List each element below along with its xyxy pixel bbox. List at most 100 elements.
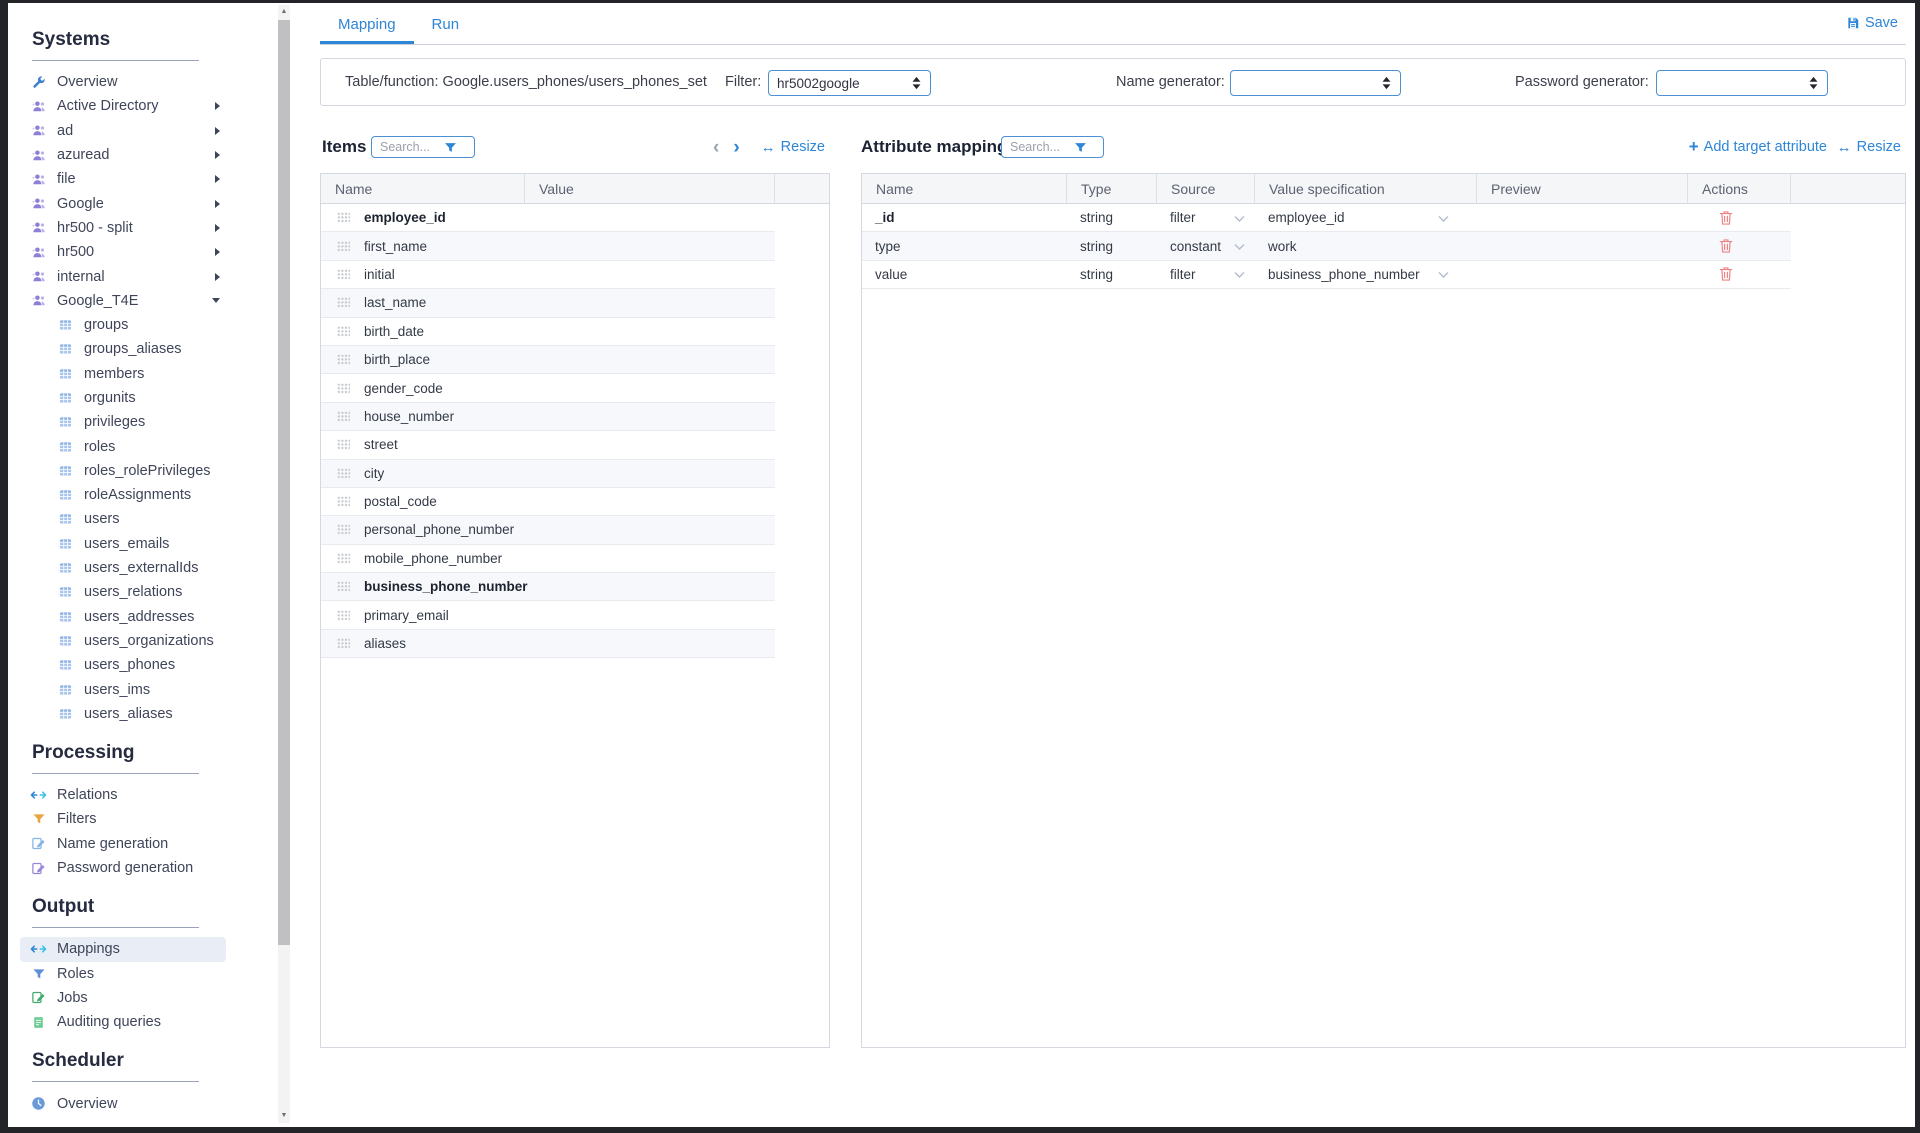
add-target-attribute-button[interactable]: + Add target attribute: [1689, 137, 1827, 157]
sidebar-item-roles[interactable]: roles: [20, 434, 226, 458]
sidebar-item-label: Mappings: [57, 941, 120, 957]
drag-handle-icon[interactable]: [337, 638, 350, 649]
delete-row-button[interactable]: [1719, 210, 1733, 226]
sidebar-item-overview[interactable]: Overview: [20, 1091, 226, 1115]
filter-funnel-icon[interactable]: [1074, 141, 1087, 154]
drag-handle-icon[interactable]: [337, 610, 350, 621]
sidebar-item-name-generation[interactable]: Name generation: [20, 832, 226, 856]
drag-handle-icon[interactable]: [337, 496, 350, 507]
drag-handle-icon[interactable]: [337, 326, 350, 337]
item-row-primary-email[interactable]: primary_email: [321, 601, 775, 629]
item-row-gender-code[interactable]: gender_code: [321, 374, 775, 402]
sidebar-item-users-ims[interactable]: users_ims: [20, 677, 226, 701]
sidebar-item-auditing-queries[interactable]: Auditing queries: [20, 1010, 226, 1034]
sidebar-item-orgunits[interactable]: orgunits: [20, 386, 226, 410]
sidebar-item-users-phones[interactable]: users_phones: [20, 653, 226, 677]
drag-handle-icon[interactable]: [337, 297, 350, 308]
sidebar-item-roles-roleprivileges[interactable]: roles_rolePrivileges: [20, 459, 226, 483]
scroll-down-arrow-icon[interactable]: ▼: [278, 1109, 290, 1123]
sidebar-item-overview[interactable]: Overview: [20, 70, 226, 94]
mapping-valuespec-select[interactable]: business_phone_number: [1255, 267, 1477, 282]
sidebar-item-hr500-split[interactable]: hr500 - split: [20, 216, 226, 240]
item-row-employee-id[interactable]: employee_id: [321, 204, 775, 232]
item-row-first-name[interactable]: first_name: [321, 232, 775, 260]
filter-funnel-icon[interactable]: [444, 141, 457, 154]
sidebar-item-internal[interactable]: internal: [20, 264, 226, 288]
page-next-icon[interactable]: ›: [733, 138, 739, 157]
delete-row-button[interactable]: [1719, 266, 1733, 282]
filter-select[interactable]: hr5002google: [768, 70, 931, 96]
sidebar-item-google-t4e[interactable]: Google_T4E: [20, 289, 226, 313]
mapping-search-input[interactable]: [1010, 140, 1074, 154]
save-button[interactable]: Save: [1846, 15, 1898, 31]
sidebar-item-roles[interactable]: Roles: [20, 962, 226, 986]
sidebar-item-users-emails[interactable]: users_emails: [20, 532, 226, 556]
delete-row-button[interactable]: [1719, 238, 1733, 254]
sidebar-item-roleassignments[interactable]: roleAssignments: [20, 483, 226, 507]
sidebar-item-groups-aliases[interactable]: groups_aliases: [20, 337, 226, 361]
drag-handle-icon[interactable]: [337, 354, 350, 365]
sidebar-item-file[interactable]: file: [20, 167, 226, 191]
sidebar-item-jobs[interactable]: Jobs: [20, 986, 226, 1010]
items-search-input[interactable]: [380, 140, 444, 154]
mapping-source-select[interactable]: constant: [1157, 239, 1255, 254]
sidebar-item-hr500[interactable]: hr500: [20, 240, 226, 264]
password-generator-select[interactable]: [1656, 70, 1828, 96]
sidebar-item-users[interactable]: users: [20, 507, 226, 531]
item-row-street[interactable]: street: [321, 431, 775, 459]
items-search[interactable]: [371, 136, 475, 158]
tab-mapping[interactable]: Mapping: [320, 3, 414, 44]
mapping-search[interactable]: [1001, 136, 1104, 158]
sidebar-scrollbar[interactable]: ▲ ▼: [278, 5, 290, 1123]
sidebar-item-users-externalids[interactable]: users_externalIds: [20, 556, 226, 580]
sidebar-item-users-relations[interactable]: users_relations: [20, 580, 226, 604]
sidebar-section-processing: Processing: [32, 742, 199, 774]
sidebar-item-groups[interactable]: groups: [20, 313, 226, 337]
scroll-up-arrow-icon[interactable]: ▲: [278, 5, 290, 19]
sidebar-item-relations[interactable]: Relations: [20, 783, 226, 807]
sidebar-item-google[interactable]: Google: [20, 191, 226, 215]
item-row-birth-date[interactable]: birth_date: [321, 318, 775, 346]
item-row-personal-phone-number[interactable]: personal_phone_number: [321, 516, 775, 544]
sidebar-item-azuread[interactable]: azuread: [20, 143, 226, 167]
item-row-aliases[interactable]: aliases: [321, 630, 775, 658]
drag-handle-icon[interactable]: [337, 269, 350, 280]
name-generator-select[interactable]: [1230, 70, 1401, 96]
drag-handle-icon[interactable]: [337, 411, 350, 422]
sidebar-item-members[interactable]: members: [20, 362, 226, 386]
item-row-last-name[interactable]: last_name: [321, 289, 775, 317]
item-row-birth-place[interactable]: birth_place: [321, 346, 775, 374]
drag-handle-icon[interactable]: [337, 212, 350, 223]
sidebar-item-password-generation[interactable]: Password generation: [20, 856, 226, 880]
item-row-postal-code[interactable]: postal_code: [321, 488, 775, 516]
mapping-source-select[interactable]: filter: [1157, 267, 1255, 282]
item-row-mobile-phone-number[interactable]: mobile_phone_number: [321, 545, 775, 573]
item-row-initial[interactable]: initial: [321, 261, 775, 289]
mapping-valuespec-select[interactable]: employee_id: [1255, 210, 1477, 225]
drag-handle-icon[interactable]: [337, 468, 350, 479]
drag-handle-icon[interactable]: [337, 524, 350, 535]
item-row-house-number[interactable]: house_number: [321, 403, 775, 431]
drag-handle-icon[interactable]: [337, 241, 350, 252]
mapping-resize-button[interactable]: ↔ Resize: [1837, 139, 1901, 156]
sidebar-item-filters[interactable]: Filters: [20, 807, 226, 831]
drag-handle-icon[interactable]: [337, 581, 350, 592]
sidebar-item-users-aliases[interactable]: users_aliases: [20, 702, 226, 726]
drag-handle-icon[interactable]: [337, 553, 350, 564]
table-icon: [57, 705, 74, 722]
items-resize-button[interactable]: ↔ Resize: [761, 139, 825, 156]
tab-run[interactable]: Run: [414, 3, 478, 44]
mapping-source-select[interactable]: filter: [1157, 210, 1255, 225]
sidebar-item-users-addresses[interactable]: users_addresses: [20, 605, 226, 629]
sidebar-item-users-organizations[interactable]: users_organizations: [20, 629, 226, 653]
scrollbar-thumb[interactable]: [278, 20, 290, 945]
sidebar-item-active-directory[interactable]: Active Directory: [20, 94, 226, 118]
page-prev-icon[interactable]: ‹: [713, 138, 719, 157]
drag-handle-icon[interactable]: [337, 383, 350, 394]
sidebar-item-mappings[interactable]: Mappings: [20, 937, 226, 961]
item-row-business-phone-number[interactable]: business_phone_number: [321, 573, 775, 601]
item-row-city[interactable]: city: [321, 460, 775, 488]
sidebar-item-privileges[interactable]: privileges: [20, 410, 226, 434]
drag-handle-icon[interactable]: [337, 439, 350, 450]
sidebar-item-ad[interactable]: ad: [20, 119, 226, 143]
